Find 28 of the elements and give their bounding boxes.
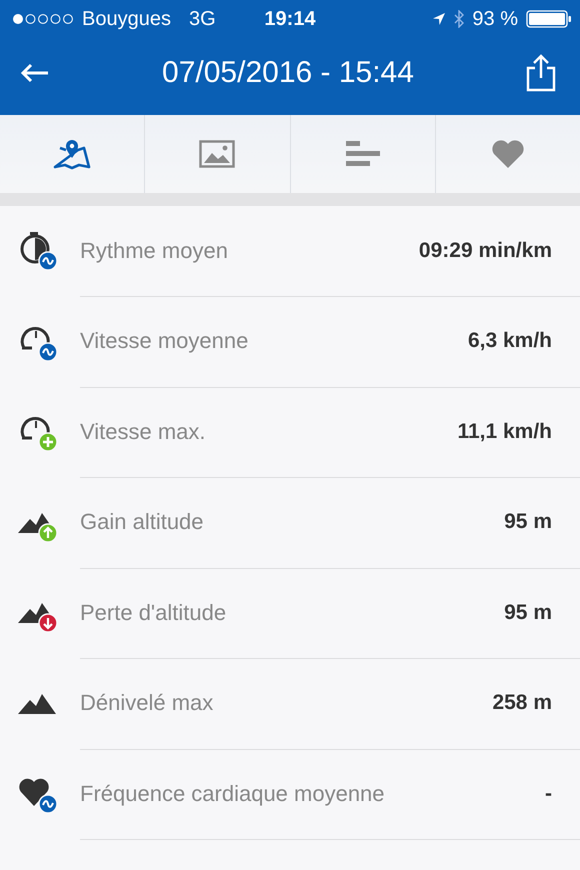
stat-label: Perte d'altitude — [80, 600, 226, 626]
stat-label: Gain altitude — [80, 509, 204, 536]
clock-time: 19:14 — [264, 8, 316, 30]
heart-icon — [490, 139, 526, 169]
stat-label: Rythme moyen — [80, 238, 228, 264]
stat-value: 258 m — [492, 691, 552, 716]
stat-value: 09:29 min/km — [418, 238, 552, 263]
stat-label: Fréquence cardiaque moyenne — [80, 780, 385, 807]
stat-label: Vitesse moyenne — [80, 328, 248, 354]
stat-value: - — [545, 782, 552, 806]
stat-value: 11,1 km/h — [457, 420, 552, 444]
battery-percent: 93 % — [472, 8, 518, 30]
location-arrow-icon — [432, 12, 446, 26]
bluetooth-icon — [454, 10, 464, 28]
signal-icon — [12, 13, 74, 25]
stat-value: 95 m — [504, 600, 552, 625]
stat-value: 6,3 km/h — [468, 329, 552, 354]
battery-icon — [526, 10, 572, 28]
stat-label: Dénivelé max — [80, 690, 214, 716]
image-icon — [199, 140, 236, 168]
bar-chart-icon — [346, 141, 380, 167]
map-pin-icon — [52, 138, 92, 170]
carrier-name: Bouygues — [82, 8, 171, 30]
stopwatch-icon — [18, 231, 58, 272]
stat-label: Vitesse max. — [80, 418, 206, 445]
network-type: 3G — [188, 8, 216, 30]
stat-value: 95 m — [504, 510, 552, 534]
page-title: 07/05/2016 - 15:44 — [162, 56, 414, 90]
